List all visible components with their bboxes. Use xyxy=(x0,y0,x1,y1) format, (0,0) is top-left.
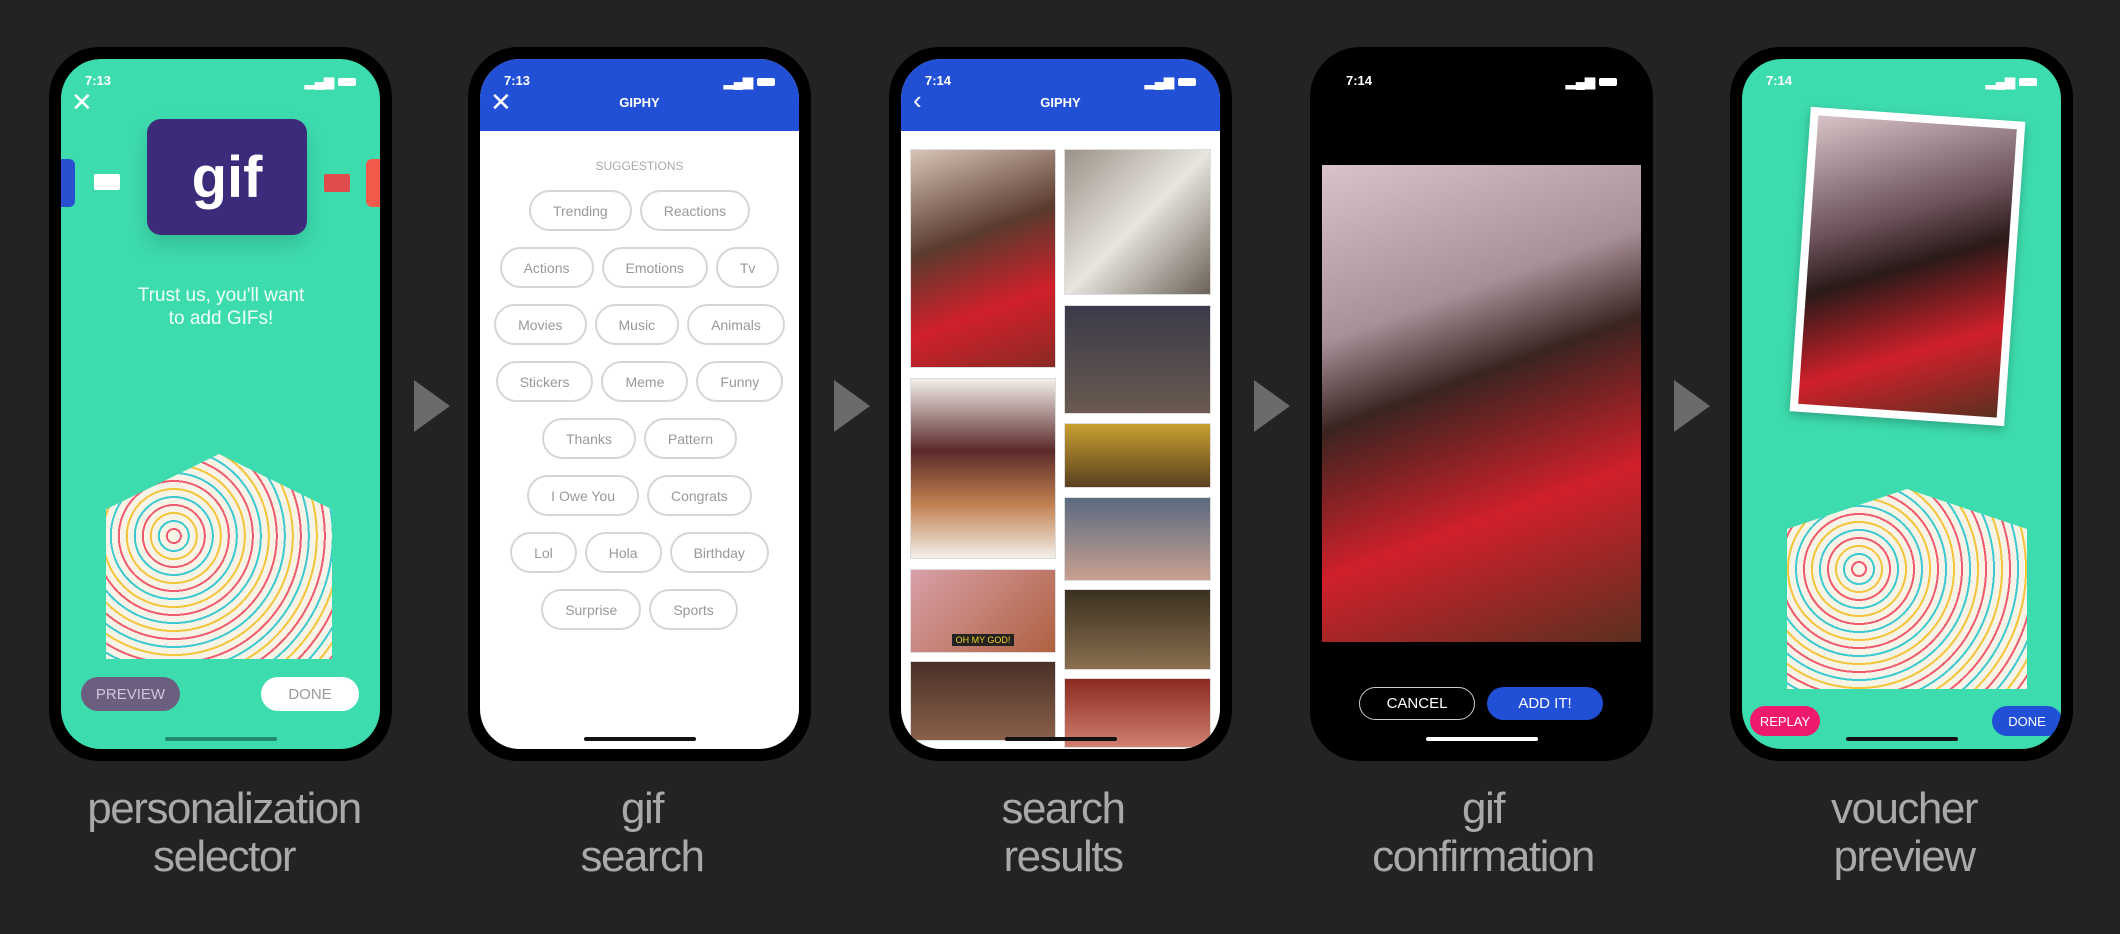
card-option-right[interactable] xyxy=(366,159,380,207)
arrow-icon xyxy=(834,380,870,432)
home-indicator xyxy=(1845,737,1958,741)
gif-result-tile[interactable]: OH MY GOD! xyxy=(910,569,1056,653)
home-indicator xyxy=(583,737,696,741)
phone-voucher-preview: 7:14 ▂▄▆ REPLAY DONE xyxy=(1730,47,2073,761)
gif-card-text: gif xyxy=(191,144,263,210)
screen: 7:14 ▂▄▆ ‹ GIPHY OH MY GOD! xyxy=(901,59,1220,749)
gif-result-tile[interactable] xyxy=(910,661,1056,741)
gif-result-tile[interactable] xyxy=(910,149,1056,368)
suggestion-chip[interactable]: Stickers xyxy=(495,361,594,402)
suggestion-chip[interactable]: Emotions xyxy=(601,247,708,288)
suggestion-chip[interactable]: Birthday xyxy=(669,532,769,573)
tile-caption: OH MY GOD! xyxy=(951,634,1015,646)
phone-gif-confirmation: 7:14 ▂▄▆ CANCEL ADD IT! xyxy=(1310,47,1653,761)
status-time: 7:14 xyxy=(925,73,952,88)
gif-photo-frame xyxy=(1789,106,2026,427)
suggestion-chip[interactable]: Animals xyxy=(687,304,785,345)
card-option-mini[interactable] xyxy=(94,174,120,190)
screen: 7:14 ▂▄▆ REPLAY DONE xyxy=(1742,59,2061,749)
gif-result-tile[interactable] xyxy=(910,378,1056,559)
gif-result-tile[interactable] xyxy=(1064,423,1211,488)
suggestion-chips: Trending Reactions Actions Emotions Tv Movies… xyxy=(480,190,799,646)
selected-gif-preview xyxy=(1322,165,1641,642)
arrow-icon xyxy=(414,380,450,432)
close-icon[interactable]: ✕ xyxy=(71,87,93,118)
status-icons: ▂▄▆ xyxy=(724,73,775,91)
status-time: 7:14 xyxy=(1346,73,1373,88)
step-label: search results xyxy=(1001,784,1126,881)
status-icons: ▂▄▆ xyxy=(1566,73,1617,91)
chip-row: Trending Reactions xyxy=(480,190,799,231)
suggestion-chip[interactable]: Thanks xyxy=(541,418,636,459)
gif-result-tile[interactable] xyxy=(1064,589,1211,670)
step-label: gif search xyxy=(580,784,705,881)
heading: Trust us, you'll want to add GIFs! xyxy=(137,285,305,329)
step-label: personalization selector xyxy=(87,784,362,881)
suggestion-chip[interactable]: Sports xyxy=(649,589,738,630)
suggestion-chip[interactable]: Hola xyxy=(584,532,662,573)
suggestion-chip[interactable]: Tv xyxy=(715,247,780,288)
cancel-button[interactable]: CANCEL xyxy=(1359,687,1475,720)
gif-photo xyxy=(1798,115,2017,418)
chip-row: I Owe You Congrats xyxy=(480,475,799,516)
arrow-icon xyxy=(1674,380,1710,432)
suggestion-chip[interactable]: Reactions xyxy=(639,190,750,231)
suggestion-chip[interactable]: I Owe You xyxy=(527,475,639,516)
chip-row: Lol Hola Birthday xyxy=(480,532,799,573)
step-label: gif confirmation xyxy=(1372,784,1595,881)
gif-result-tile[interactable] xyxy=(1064,149,1211,295)
status-time: 7:14 xyxy=(1766,73,1793,88)
suggestion-chip[interactable]: Funny xyxy=(696,361,784,402)
done-button[interactable]: DONE xyxy=(1992,706,2061,736)
envelope-image xyxy=(1787,489,2027,689)
home-indicator xyxy=(164,737,277,741)
header-title: GIPHY xyxy=(619,95,660,110)
suggestion-chip[interactable]: Congrats xyxy=(647,475,752,516)
suggestions-title: SUGGESTIONS xyxy=(595,159,684,173)
screen: 7:14 ▂▄▆ CANCEL ADD IT! xyxy=(1322,59,1641,749)
add-it-button[interactable]: ADD IT! xyxy=(1487,687,1603,720)
screen: 7:13 ▂▄▆ ✕ GIPHY SUGGESTIONS Trending Reac… xyxy=(480,59,799,749)
suggestion-chip[interactable]: Lol xyxy=(510,532,577,573)
home-indicator xyxy=(1004,737,1117,741)
suggestion-chip[interactable]: Trending xyxy=(528,190,632,231)
header-title: GIPHY xyxy=(1040,95,1081,110)
gif-result-tile[interactable] xyxy=(1064,305,1211,414)
screen: 7:13 ▂▄▆ ✕ gif Trust us, you'll want to a… xyxy=(61,59,380,749)
chip-row: Thanks Pattern xyxy=(480,418,799,459)
status-icons: ▂▄▆ xyxy=(1145,73,1196,91)
gif-result-tile[interactable] xyxy=(1064,497,1211,581)
arrow-icon xyxy=(1254,380,1290,432)
chip-row: Movies Music Animals xyxy=(480,304,799,345)
replay-button[interactable]: REPLAY xyxy=(1750,706,1820,736)
suggestion-chip[interactable]: Surprise xyxy=(541,589,642,630)
step-label: voucher preview xyxy=(1830,784,1979,881)
chip-row: Stickers Meme Funny xyxy=(480,361,799,402)
done-button[interactable]: DONE xyxy=(261,677,359,711)
chip-row: Actions Emotions Tv xyxy=(480,247,799,288)
phone-personalization-selector: 7:13 ▂▄▆ ✕ gif Trust us, you'll want to a… xyxy=(49,47,392,761)
gif-card[interactable]: gif xyxy=(147,119,307,235)
suggestion-chip[interactable]: Pattern xyxy=(643,418,738,459)
phone-gif-search: 7:13 ▂▄▆ ✕ GIPHY SUGGESTIONS Trending Reac… xyxy=(468,47,811,761)
chip-row: Surprise Sports xyxy=(480,589,799,630)
suggestion-chip[interactable]: Movies xyxy=(494,304,587,345)
envelope-image xyxy=(106,454,332,659)
home-indicator xyxy=(1425,737,1538,741)
card-option-left[interactable] xyxy=(61,159,75,207)
suggestion-chip[interactable]: Meme xyxy=(601,361,689,402)
preview-button[interactable]: PREVIEW xyxy=(81,677,180,711)
phone-search-results: 7:14 ▂▄▆ ‹ GIPHY OH MY GOD! xyxy=(889,47,1232,761)
card-option-video[interactable] xyxy=(324,174,350,192)
suggestion-chip[interactable]: Actions xyxy=(499,247,594,288)
suggestion-chip[interactable]: Music xyxy=(594,304,680,345)
status-icons: ▂▄▆ xyxy=(305,73,356,91)
status-icons: ▂▄▆ xyxy=(1986,73,2037,91)
